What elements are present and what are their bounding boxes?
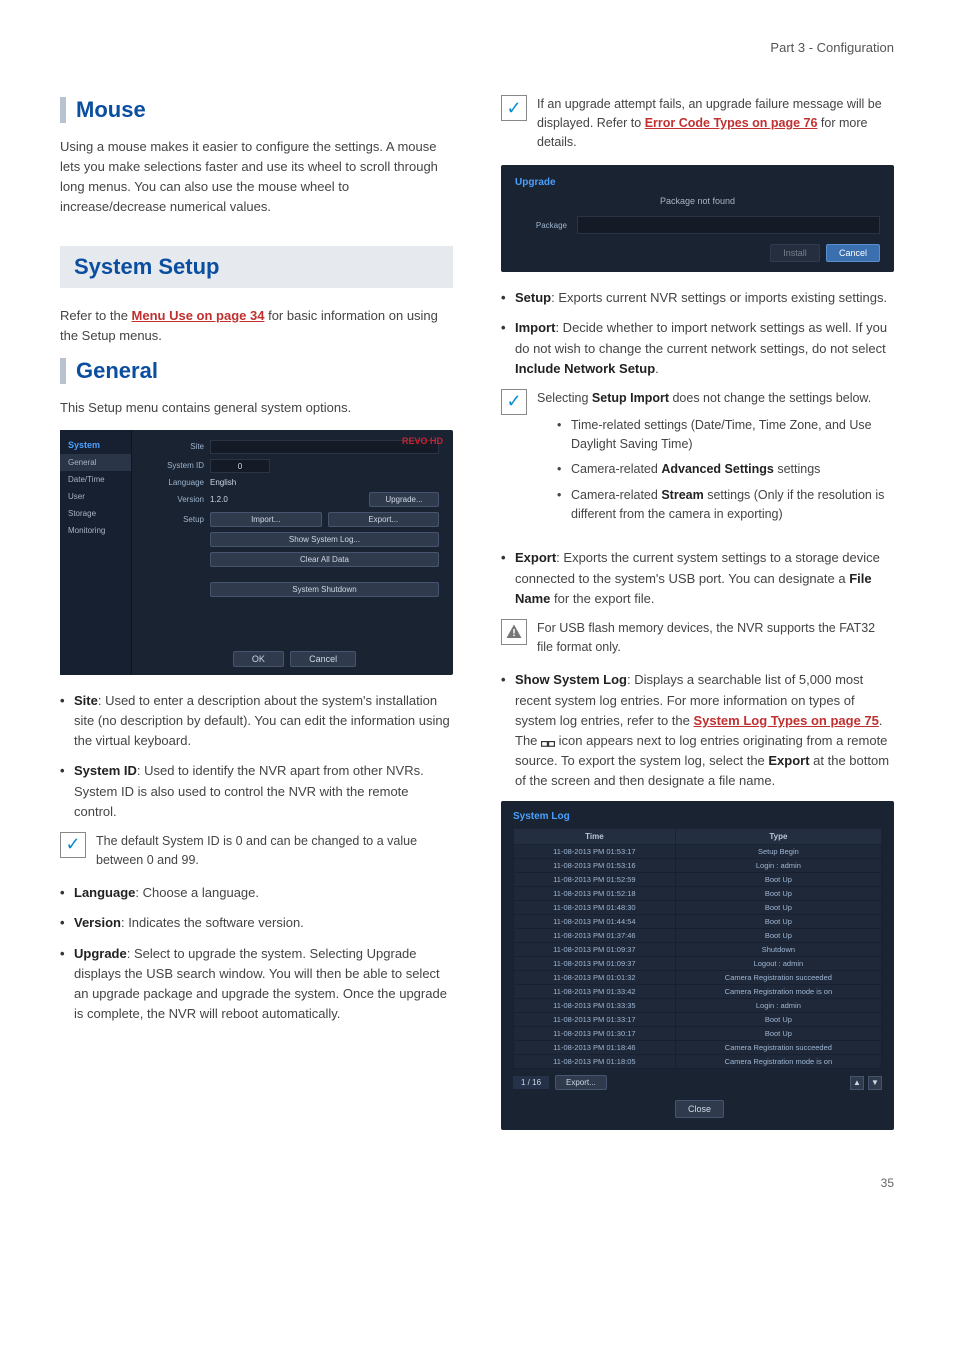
systemid-label: System ID — [146, 461, 204, 470]
panel-logo: REVO HD — [402, 436, 443, 446]
log-prev-button[interactable]: ▲ — [850, 1076, 864, 1090]
sidebar-item-monitoring[interactable]: Monitoring — [60, 522, 131, 539]
sidebar-item-user[interactable]: User — [60, 488, 131, 505]
log-next-button[interactable]: ▼ — [868, 1076, 882, 1090]
export-warning: For USB flash memory devices, the NVR su… — [501, 619, 894, 657]
panel-cancel-button[interactable]: Cancel — [290, 651, 356, 667]
site-label: Site — [146, 442, 204, 451]
table-row: 11-08-2013 PM 01:09:37Shutdown — [514, 943, 882, 957]
version-label: Version — [146, 495, 204, 504]
sidebar-item-datetime[interactable]: Date/Time — [60, 471, 131, 488]
log-header-type: Type — [675, 829, 881, 845]
import-note-sub3: Camera-related Stream settings (Only if … — [557, 486, 894, 525]
import-note: ✓ Selecting Setup Import does not change… — [501, 389, 894, 535]
systemid-note: ✓ The default System ID is 0 and can be … — [60, 832, 453, 870]
system-setup-lead: Refer to the Menu Use on page 34 for bas… — [60, 306, 453, 346]
system-log-table: Time Type 11-08-2013 PM 01:53:17Setup Be… — [513, 828, 882, 1069]
panel-sidebar: System General Date/Time User Storage Mo… — [60, 430, 132, 675]
left-column: Mouse Using a mouse makes it easier to c… — [60, 85, 453, 1146]
log-pager[interactable]: 1 / 16 — [513, 1076, 549, 1089]
clear-all-data-button[interactable]: Clear All Data — [210, 552, 439, 567]
bullet-setup: Setup: Exports current NVR settings or i… — [501, 288, 894, 308]
table-row: 11-08-2013 PM 01:52:18Boot Up — [514, 887, 882, 901]
system-log-types-link[interactable]: System Log Types on page 75 — [693, 713, 878, 728]
table-row: 11-08-2013 PM 01:30:17Boot Up — [514, 1027, 882, 1041]
upgrade-fail-note: ✓ If an upgrade attempt fails, an upgrad… — [501, 95, 894, 151]
system-setup-heading: System Setup — [60, 246, 453, 288]
remote-source-icon — [541, 736, 555, 747]
panel-ok-button[interactable]: OK — [233, 651, 284, 667]
upgrade-button[interactable]: Upgrade... — [369, 492, 439, 507]
check-icon: ✓ — [501, 389, 527, 415]
systemid-input[interactable]: 0 — [210, 459, 270, 473]
system-log-title: System Log — [513, 811, 882, 822]
bullet-language: Language: Choose a language. — [60, 883, 453, 903]
show-system-log-button[interactable]: Show System Log... — [210, 532, 439, 547]
package-field[interactable] — [577, 216, 880, 234]
import-button[interactable]: Import... — [210, 512, 322, 527]
table-row: 11-08-2013 PM 01:53:17Setup Begin — [514, 845, 882, 859]
table-row: 11-08-2013 PM 01:09:37Logout : admin — [514, 957, 882, 971]
table-row: 11-08-2013 PM 01:33:42Camera Registratio… — [514, 985, 882, 999]
bullet-site: Site: Used to enter a description about … — [60, 691, 453, 751]
bullet-import: Import: Decide whether to import network… — [501, 318, 894, 378]
system-shutdown-button[interactable]: System Shutdown — [210, 582, 439, 597]
error-code-link[interactable]: Error Code Types on page 76 — [645, 116, 818, 130]
right-column: ✓ If an upgrade attempt fails, an upgrad… — [501, 85, 894, 1146]
language-value[interactable]: English — [210, 478, 439, 487]
table-row: 11-08-2013 PM 01:48:30Boot Up — [514, 901, 882, 915]
import-note-sub2: Camera-related Advanced Settings setting… — [557, 460, 894, 479]
setup-label: Setup — [146, 515, 204, 524]
version-value: 1.2.0 — [210, 495, 363, 504]
table-row: 11-08-2013 PM 01:37:46Boot Up — [514, 929, 882, 943]
sidebar-item-general[interactable]: General — [60, 454, 131, 471]
page-number: 35 — [60, 1176, 894, 1190]
export-button[interactable]: Export... — [328, 512, 440, 527]
table-row: 11-08-2013 PM 01:33:17Boot Up — [514, 1013, 882, 1027]
install-button[interactable]: Install — [770, 244, 820, 262]
table-row: 11-08-2013 PM 01:44:54Boot Up — [514, 915, 882, 929]
log-export-button[interactable]: Export... — [555, 1075, 607, 1090]
table-row: 11-08-2013 PM 01:52:59Boot Up — [514, 873, 882, 887]
menu-use-link[interactable]: Menu Use on page 34 — [132, 308, 265, 323]
table-row: 11-08-2013 PM 01:18:05Camera Registratio… — [514, 1055, 882, 1069]
bullet-show-system-log: Show System Log: Displays a searchable l… — [501, 670, 894, 791]
check-icon: ✓ — [501, 95, 527, 121]
table-row: 11-08-2013 PM 01:01:32Camera Registratio… — [514, 971, 882, 985]
log-header-time: Time — [514, 829, 676, 845]
upgrade-dialog-panel: Upgrade Package not found Package Instal… — [501, 165, 894, 272]
mouse-body: Using a mouse makes it easier to configu… — [60, 137, 453, 218]
upgrade-dialog-title: Upgrade — [515, 177, 880, 188]
table-row: 11-08-2013 PM 01:53:16Login : admin — [514, 859, 882, 873]
upgrade-dialog-message: Package not found — [515, 196, 880, 206]
panel-sidebar-title: System — [60, 436, 131, 454]
bullet-upgrade: Upgrade: Select to upgrade the system. S… — [60, 944, 453, 1025]
log-close-button[interactable]: Close — [675, 1100, 724, 1118]
language-label: Language — [146, 478, 204, 487]
import-note-sub1: Time-related settings (Date/Time, Time Z… — [557, 416, 894, 455]
system-general-panel: System General Date/Time User Storage Mo… — [60, 430, 453, 675]
sidebar-item-storage[interactable]: Storage — [60, 505, 131, 522]
check-icon: ✓ — [60, 832, 86, 858]
header-part: Part 3 - Configuration — [60, 40, 894, 55]
bullet-version: Version: Indicates the software version. — [60, 913, 453, 933]
general-intro: This Setup menu contains general system … — [60, 398, 453, 418]
mouse-heading: Mouse — [60, 97, 453, 123]
table-row: 11-08-2013 PM 01:33:35Login : admin — [514, 999, 882, 1013]
bullet-export: Export: Exports the current system setti… — [501, 548, 894, 608]
table-row: 11-08-2013 PM 01:18:46Camera Registratio… — [514, 1041, 882, 1055]
upgrade-cancel-button[interactable]: Cancel — [826, 244, 880, 262]
system-log-panel: System Log Time Type 11-08-2013 PM 01:53… — [501, 801, 894, 1130]
package-label: Package — [515, 221, 567, 230]
warning-icon — [501, 619, 527, 645]
general-heading: General — [60, 358, 453, 384]
bullet-system-id: System ID: Used to identify the NVR apar… — [60, 761, 453, 821]
